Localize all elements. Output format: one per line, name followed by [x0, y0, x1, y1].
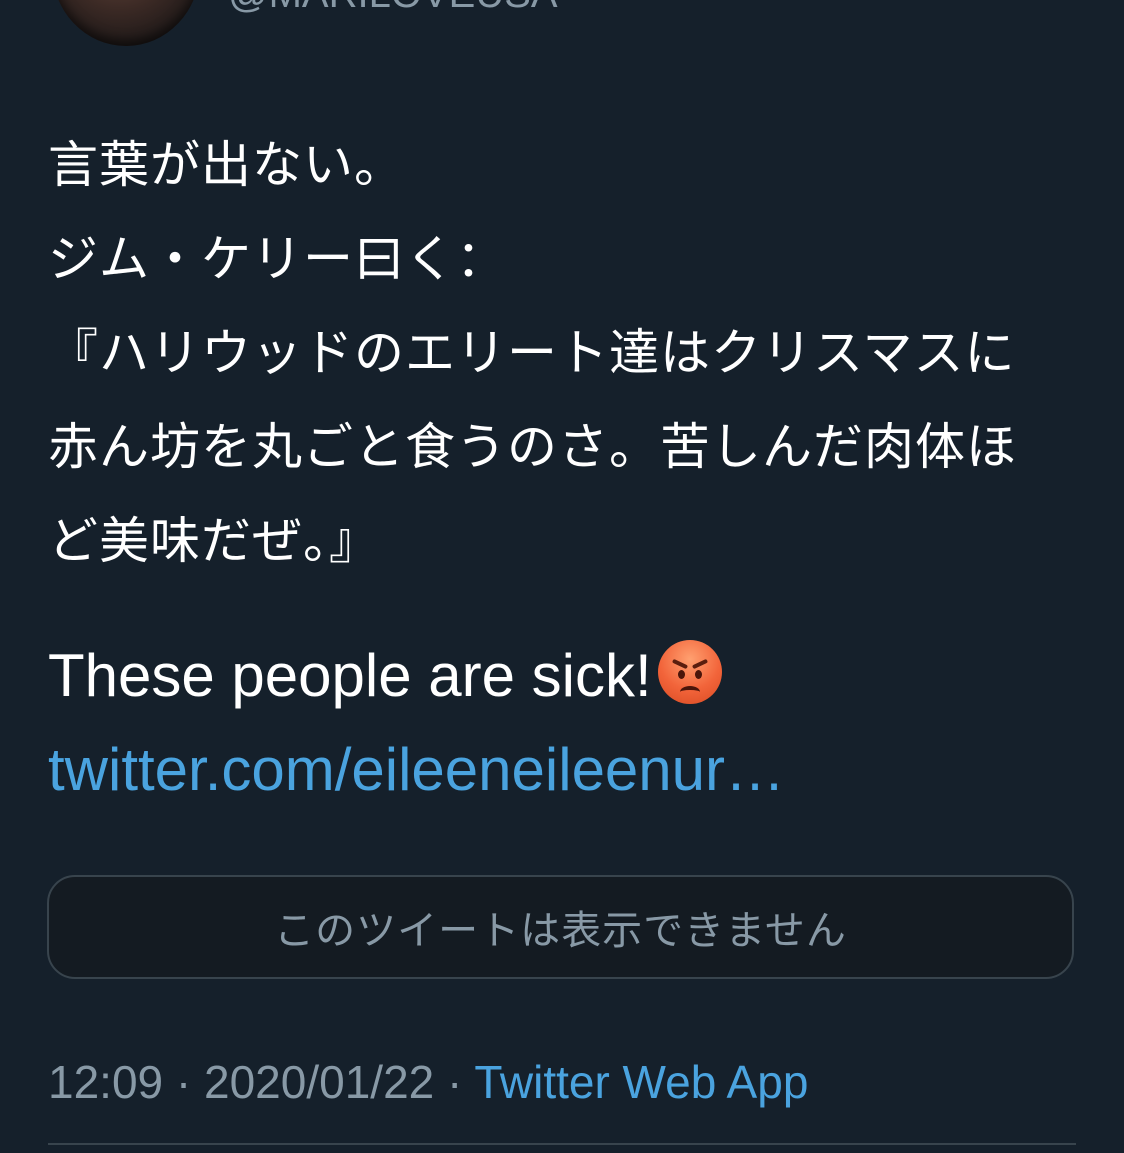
tweet-date: 2020/01/22: [204, 1056, 435, 1108]
tweet-text: 言葉が出ない。 ジム・ケリー曰く： 『ハリウッドのエリート達はクリスマスに赤ん坊…: [48, 118, 1048, 588]
tweet-source-link[interactable]: Twitter Web App: [474, 1056, 808, 1108]
angry-face-icon: [657, 640, 722, 704]
meta-separator: ·: [447, 1056, 463, 1108]
tweet-link[interactable]: twitter.com/eileeneileenur…: [48, 730, 785, 810]
tweet-meta: 12:09 · 2020/01/22 · Twitter Web App: [48, 1052, 808, 1112]
quoted-tweet-unavailable-text: このツイートは表示できません: [274, 908, 847, 954]
tweet-english-text: These people are sick!: [48, 642, 652, 709]
tweet-paragraph-2: ジム・ケリー曰く： 『ハリウッドのエリート達はクリスマスに赤ん坊を丸ごと食うのさ…: [48, 230, 1017, 570]
meta-separator: ·: [175, 1056, 192, 1108]
quoted-tweet-card: このツイートは表示できません: [47, 875, 1074, 979]
tweet-time: 12:09: [48, 1056, 164, 1108]
avatar[interactable]: [52, 0, 200, 46]
divider: [48, 1143, 1076, 1145]
tweet-english-line: These people are sick!: [48, 636, 722, 716]
user-handle[interactable]: @MARILOVEUSA: [228, 0, 558, 17]
tweet-paragraph-1: 言葉が出ない。: [48, 136, 405, 194]
